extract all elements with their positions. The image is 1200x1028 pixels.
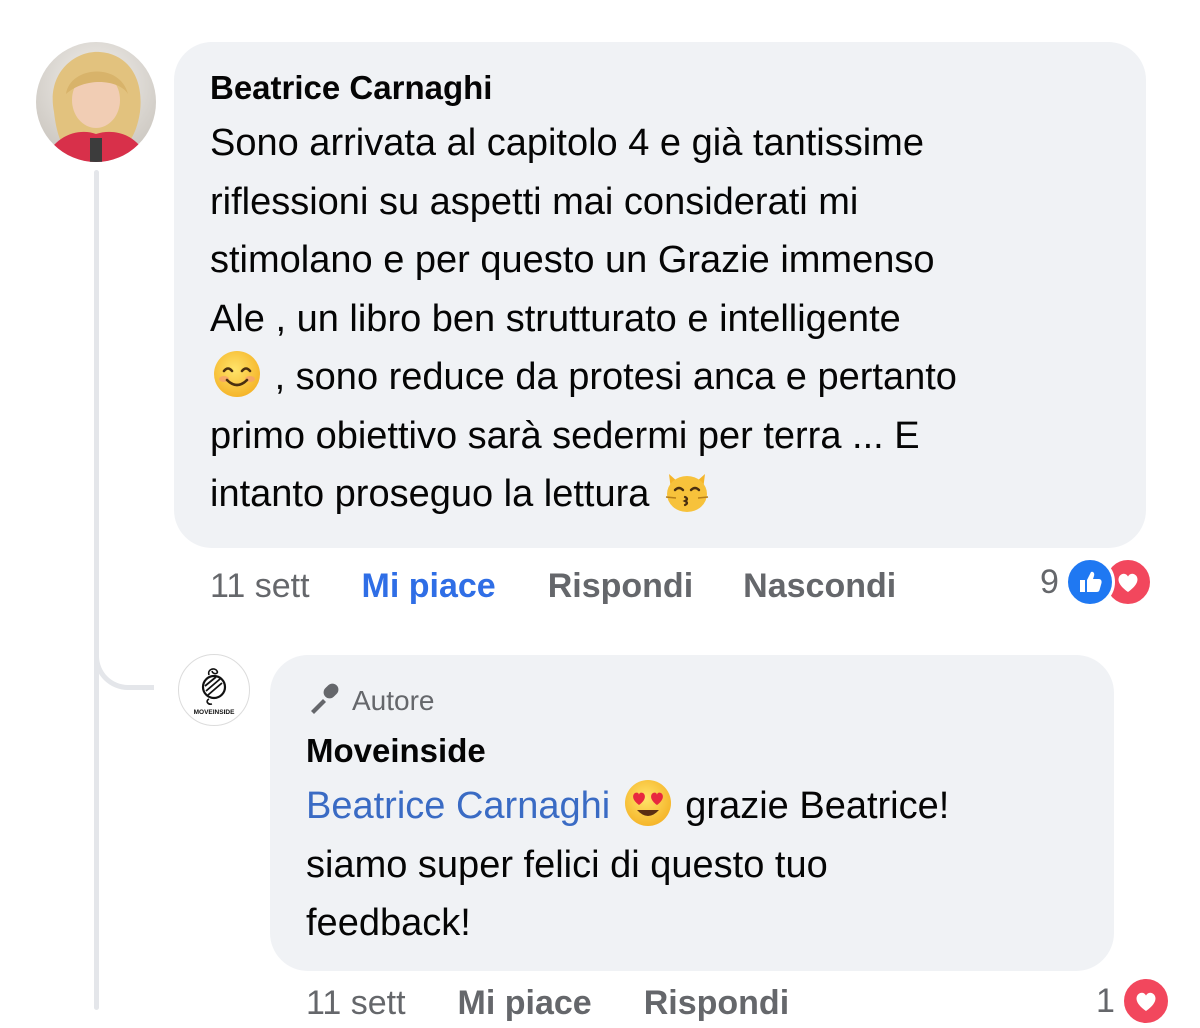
comment-line: , sono reduce da protesi anca e pertanto: [274, 356, 957, 398]
reply-button[interactable]: Rispondi: [548, 567, 693, 606]
reply-text-segment: grazie Beatrice!: [685, 785, 950, 827]
avatar[interactable]: MOVEINSIDE: [178, 654, 250, 726]
comment-author[interactable]: Beatrice Carnaghi: [210, 68, 1110, 108]
reaction-count: 9: [1040, 562, 1059, 601]
avatar[interactable]: [36, 42, 156, 162]
hide-button[interactable]: Nascondi: [743, 567, 896, 606]
reply-reaction-count: 1: [1096, 981, 1115, 1020]
reply-author[interactable]: Moveinside: [306, 731, 1078, 771]
love-reaction-icon: [1120, 976, 1171, 1026]
reply-reaction-summary[interactable]: 1: [1096, 976, 1171, 1026]
like-button[interactable]: Mi piace: [362, 567, 496, 606]
heart-eyes-emoji: [623, 778, 673, 828]
comment-line: intanto proseguo la lettura: [210, 473, 650, 515]
reply-timestamp[interactable]: 11 sett: [306, 984, 406, 1023]
reply-reply-button[interactable]: Rispondi: [644, 984, 789, 1023]
comment-line: riflessioni su aspetti mai considerati m…: [210, 180, 859, 223]
reply-like-button[interactable]: Mi piace: [458, 984, 592, 1023]
reply-text: Beatrice Carnaghi grazie Beatrice! siamo…: [306, 777, 1078, 953]
reply-connector: [94, 600, 154, 690]
profile-photo: [36, 42, 156, 162]
comment-timestamp[interactable]: 11 sett: [210, 567, 310, 606]
smiling-face-emoji: [212, 349, 262, 399]
reply-line: Beatrice Carnaghi grazie Beatrice!: [306, 777, 1078, 836]
author-badge-label: Autore: [352, 685, 435, 716]
reaction-summary[interactable]: 9: [1040, 557, 1153, 607]
avatar-logo-text: MOVEINSIDE: [194, 709, 235, 716]
kissing-cat-emoji: [662, 466, 712, 516]
comment-line: Ale , un libro ben strutturato e intelli…: [210, 297, 901, 340]
reply-actions: 11 sett Mi piace Rispondi: [306, 978, 789, 1028]
thread-line: [94, 170, 99, 1010]
comment-line-with-emoji: , sono reduce da protesi anca e pertanto: [210, 348, 1110, 407]
reply-bubble: Autore Moveinside Beatrice Carnaghi graz…: [270, 655, 1114, 971]
reply-line: feedback!: [306, 902, 471, 944]
comment-line: Sono arrivata al capitolo 4 e già tantis…: [210, 122, 924, 164]
comment-line: stimolano e per questo un Grazie immenso: [210, 239, 935, 281]
moveinside-logo: MOVEINSIDE: [194, 668, 235, 716]
comment-actions: 11 sett Mi piace Rispondi Nascondi: [210, 561, 896, 611]
reply-line: siamo super felici di questo tuo: [306, 843, 828, 886]
microphone-icon: [306, 680, 342, 723]
comment-bubble: Beatrice Carnaghi Sono arrivata al capit…: [174, 42, 1146, 548]
author-badge: Autore: [306, 681, 1078, 721]
comment-line: primo obiettivo sarà sedermi per terra .…: [210, 414, 920, 457]
comment-text: Sono arrivata al capitolo 4 e già tantis…: [210, 114, 1110, 524]
comment-line-with-emoji: intanto proseguo la lettura: [210, 465, 1110, 524]
mention-link[interactable]: Beatrice Carnaghi: [306, 785, 610, 827]
like-reaction-icon: [1064, 557, 1115, 607]
